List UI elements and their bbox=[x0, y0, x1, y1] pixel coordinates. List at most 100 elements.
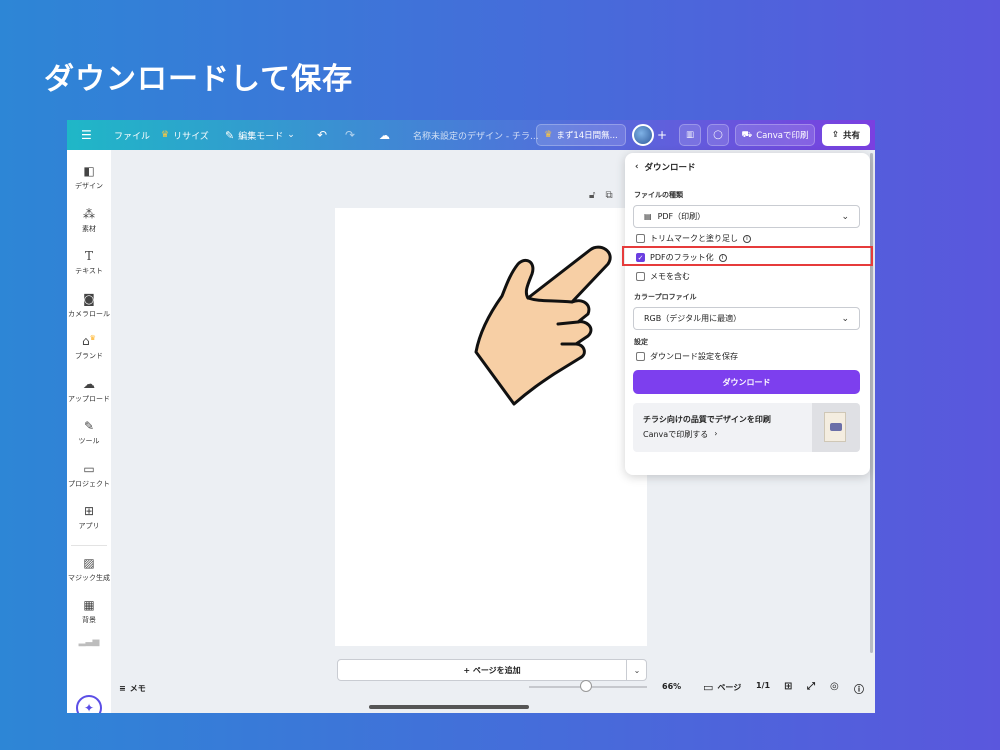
left-sidebar: ◧ デザイン ⁂ 素材 T テキスト ◙ カメラロール ⌂♛ ブランド ☁ アッ… bbox=[67, 150, 111, 713]
promo-link[interactable]: Canvaで印刷する › bbox=[643, 429, 717, 440]
save-settings-checkbox[interactable] bbox=[636, 352, 645, 361]
text-icon: T bbox=[84, 249, 93, 263]
zoom-value[interactable]: 66% bbox=[662, 682, 681, 691]
sidebar-item-text[interactable]: T テキスト bbox=[67, 249, 111, 276]
download-panel-title: ダウンロード bbox=[644, 163, 696, 173]
sidebar-divider bbox=[71, 545, 107, 546]
crop-marks-label: トリムマークと塗り足し bbox=[650, 234, 738, 243]
help-icon: ⓘ bbox=[854, 685, 864, 696]
crop-marks-checkbox[interactable] bbox=[636, 234, 645, 243]
check-circle-icon: ◎ bbox=[830, 681, 839, 692]
save-settings-option[interactable]: ダウンロード設定を保存 bbox=[636, 351, 738, 362]
crop-marks-option[interactable]: トリムマークと塗り足し i bbox=[636, 233, 751, 244]
notes-icon: ≡ bbox=[119, 684, 126, 693]
zoom-slider-handle[interactable] bbox=[580, 680, 592, 692]
file-type-select[interactable]: ▤ PDF（印刷） ⌄ bbox=[633, 205, 860, 228]
file-menu[interactable]: ファイル bbox=[114, 120, 150, 150]
magic-media-icon: ▨ bbox=[83, 556, 95, 570]
page-count: 1/1 bbox=[756, 681, 771, 690]
insights-button[interactable]: ▥ bbox=[679, 124, 701, 146]
sidebar-item-upload[interactable]: ☁ アップロード bbox=[67, 377, 111, 404]
cloud-save-button[interactable]: ☁ bbox=[379, 120, 390, 150]
slide-title: ダウンロードして保存 bbox=[44, 62, 354, 97]
canva-app-window: ☰ ファイル ♛ リサイズ ✎ 編集モード ⌄ ↶ ↷ ☁ 名称未設定のデザイン… bbox=[67, 120, 875, 713]
sidebar-item-brand[interactable]: ⌂♛ ブランド bbox=[67, 334, 111, 361]
download-button[interactable]: ダウンロード bbox=[633, 370, 860, 394]
design-icon: ◧ bbox=[83, 164, 95, 178]
sidebar-item-background[interactable]: ▦ 背景 bbox=[67, 598, 111, 625]
print-button[interactable]: ⛟ Canvaで印刷 bbox=[735, 124, 815, 146]
brand-icon: ⌂♛ bbox=[82, 334, 96, 348]
chart-icon: ▂▃▅ bbox=[78, 637, 100, 647]
info-icon[interactable]: i bbox=[743, 234, 751, 243]
chevron-down-icon: ⌄ bbox=[287, 130, 295, 140]
sidebar-item-tools[interactable]: ✎ ツール bbox=[67, 419, 111, 446]
sidebar-item-design[interactable]: ◧ デザイン bbox=[67, 164, 111, 191]
upload-icon: ☁ bbox=[83, 377, 95, 391]
sidebar-item-label: マジック生成 bbox=[68, 574, 110, 582]
download-panel-header[interactable]: ‹ ダウンロード bbox=[635, 161, 696, 173]
check-button[interactable]: ◎ bbox=[830, 681, 839, 692]
file-type-value: PDF（印刷） bbox=[657, 212, 706, 221]
undo-button[interactable]: ↶ bbox=[317, 120, 327, 150]
pages-button[interactable]: ▭ ページ bbox=[703, 681, 741, 694]
sidebar-item-projects[interactable]: ▭ プロジェクト bbox=[67, 462, 111, 489]
avatar[interactable] bbox=[632, 124, 654, 146]
download-button-label: ダウンロード bbox=[722, 377, 771, 387]
top-toolbar: ☰ ファイル ♛ リサイズ ✎ 編集モード ⌄ ↶ ↷ ☁ 名称未設定のデザイン… bbox=[67, 120, 875, 150]
print-promo-card[interactable]: チラシ向けの品質でデザインを印刷 Canvaで印刷する › bbox=[633, 403, 860, 452]
trial-label: まず14日間無... bbox=[556, 131, 618, 141]
edit-mode-dropdown[interactable]: ✎ 編集モード ⌄ bbox=[225, 120, 295, 150]
undo-icon: ↶ bbox=[317, 128, 328, 142]
settings-label: 設定 bbox=[634, 338, 648, 346]
fullscreen-button[interactable]: ⤢ bbox=[807, 681, 815, 692]
grid-icon: ⊞ bbox=[784, 681, 793, 692]
color-profile-select[interactable]: RGB（デジタル用に最適） ⌄ bbox=[633, 307, 860, 330]
resize-button[interactable]: ♛ リサイズ bbox=[161, 120, 209, 150]
sidebar-item-more[interactable]: ▂▃▅ bbox=[67, 637, 111, 650]
duplicate-page-icon[interactable]: ⧉ bbox=[605, 190, 612, 201]
include-notes-checkbox[interactable] bbox=[636, 272, 645, 281]
folder-icon: ▭ bbox=[83, 462, 95, 476]
hamburger-icon: ☰ bbox=[81, 128, 92, 142]
apps-icon: ⊞ bbox=[83, 504, 95, 518]
share-button[interactable]: ⇪ 共有 bbox=[822, 124, 870, 146]
menu-button[interactable]: ☰ bbox=[81, 120, 92, 150]
document-title[interactable]: 名称未設定のデザイン - チラ... bbox=[413, 120, 539, 150]
edit-mode-label: 編集モード bbox=[238, 131, 284, 142]
background-icon: ▦ bbox=[83, 598, 95, 612]
help-button[interactable]: ⓘ bbox=[854, 681, 864, 696]
scrollbar[interactable] bbox=[870, 153, 873, 653]
print-label: Canvaで印刷 bbox=[756, 131, 809, 141]
chevron-down-icon: ⌄ bbox=[841, 211, 849, 222]
include-notes-label: メモを含む bbox=[650, 272, 690, 281]
sidebar-item-magic-media[interactable]: ▨ マジック生成 bbox=[67, 556, 111, 583]
comment-button[interactable]: ◯ bbox=[707, 124, 729, 146]
notes-label: メモ bbox=[129, 684, 146, 693]
notes-button[interactable]: ≡ メモ bbox=[119, 683, 146, 694]
add-collaborator-button[interactable]: + bbox=[657, 120, 667, 150]
grid-view-button[interactable]: ⊞ bbox=[784, 681, 792, 692]
sidebar-item-camera-roll[interactable]: ◙ カメラロール bbox=[67, 292, 111, 319]
file-menu-label: ファイル bbox=[114, 131, 151, 142]
promo-link-label: Canvaで印刷する bbox=[643, 430, 709, 439]
resize-label: リサイズ bbox=[173, 131, 209, 142]
sidebar-item-label: テキスト bbox=[75, 267, 103, 275]
sidebar-item-label: デザイン bbox=[75, 182, 103, 190]
sidebar-item-elements[interactable]: ⁂ 素材 bbox=[67, 207, 111, 234]
home-indicator bbox=[369, 705, 529, 709]
include-notes-option[interactable]: メモを含む bbox=[636, 271, 690, 282]
sidebar-item-label: カメラロール bbox=[68, 310, 110, 318]
chevron-right-icon: › bbox=[714, 429, 718, 438]
lock-icon[interactable]: 🔓︎ bbox=[589, 190, 595, 201]
sidebar-item-apps[interactable]: ⊞ アプリ bbox=[67, 504, 111, 531]
share-label: 共有 bbox=[843, 131, 861, 141]
cloud-check-icon: ☁ bbox=[379, 128, 390, 142]
camera-icon: ◙ bbox=[83, 292, 95, 306]
bar-chart-icon: ▥ bbox=[685, 130, 695, 140]
redo-button[interactable]: ↷ bbox=[345, 120, 355, 150]
promo-title: チラシ向けの品質でデザインを印刷 bbox=[643, 415, 771, 424]
sidebar-item-label: プロジェクト bbox=[68, 480, 110, 488]
trial-button[interactable]: ♛ まず14日間無... bbox=[536, 124, 626, 146]
sidebar-item-label: ブランド bbox=[75, 352, 103, 360]
